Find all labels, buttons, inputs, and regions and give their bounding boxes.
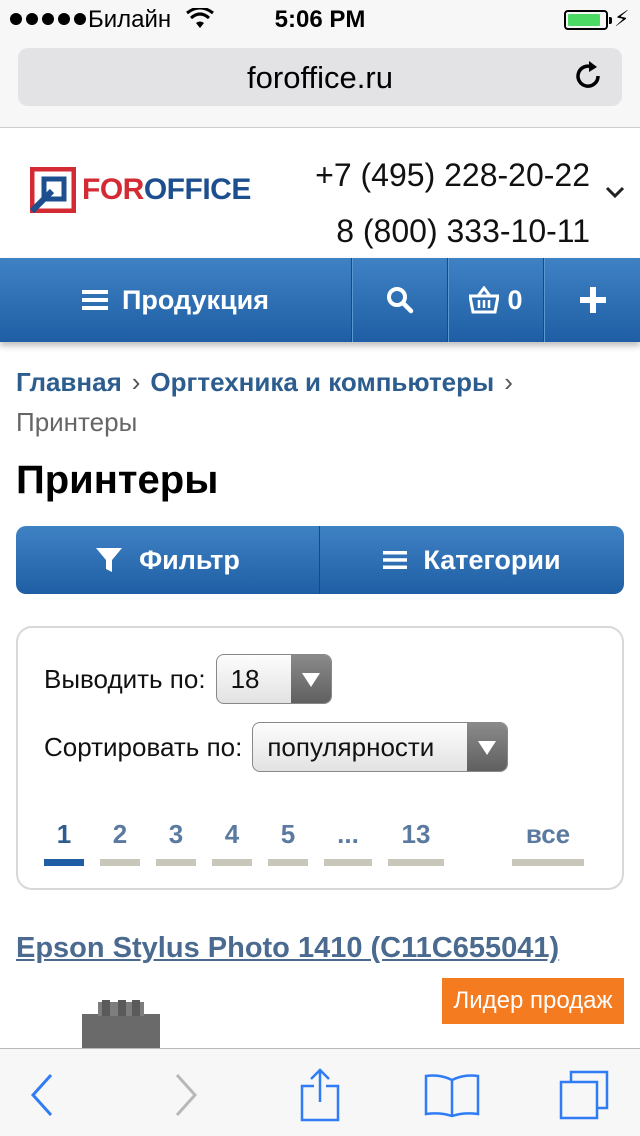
chevron-right-icon <box>175 1073 198 1117</box>
share-button[interactable] <box>292 1067 348 1123</box>
clock: 5:06 PM <box>274 6 366 33</box>
back-button[interactable] <box>14 1067 70 1123</box>
breadcrumb: Главная › Оргтехника и компьютеры › Принтер… <box>16 362 626 442</box>
pagination: 1 2 3 4 5 ... 13 все <box>44 816 604 866</box>
product-title-link[interactable]: Epson Stylus Photo 1410 (C11C655041) <box>16 932 626 965</box>
site-logo[interactable]: FOROFFICE <box>30 167 251 213</box>
dropdown-arrow-icon <box>467 723 508 771</box>
categories-button[interactable]: Категории <box>320 526 624 594</box>
tabs-button[interactable] <box>556 1067 612 1123</box>
url-field[interactable]: foroffice.ru <box>18 48 622 106</box>
browser-toolbar <box>0 1048 640 1136</box>
per-page-select[interactable]: 18 <box>215 654 332 704</box>
nav-search-button[interactable] <box>352 258 448 342</box>
breadcrumb-home[interactable]: Главная <box>16 367 122 397</box>
url-text: foroffice.ru <box>247 60 393 95</box>
page-link-all[interactable]: все <box>512 816 584 866</box>
status-bar: Билайн 5:06 PM ⚡ <box>0 0 640 40</box>
chevron-left-icon <box>30 1073 53 1117</box>
filter-label: Фильтр <box>139 544 240 575</box>
bestseller-badge: Лидер продаж <box>442 978 624 1024</box>
nav-cart-button[interactable]: 0 <box>448 258 544 342</box>
menu-icon <box>383 551 408 569</box>
main-nav: Продукция 0 <box>0 258 640 342</box>
breadcrumb-office-equipment[interactable]: Оргтехника и компьютеры <box>150 367 494 397</box>
page-link-3[interactable]: 3 <box>156 816 196 866</box>
filter-button[interactable]: Фильтр <box>16 526 320 594</box>
sort-value: популярности <box>267 731 435 762</box>
listing-settings-panel: Выводить по: 18 Сортировать по: популярн… <box>16 626 624 890</box>
product-image[interactable] <box>78 1000 164 1048</box>
sort-label: Сортировать по: <box>44 731 243 762</box>
tabs-icon <box>559 1070 609 1120</box>
search-icon <box>387 287 414 314</box>
site-header: FOROFFICE +7 (495) 228-20-22 8 (800) 333… <box>0 129 640 257</box>
per-page-label: Выводить по: <box>44 663 206 694</box>
nav-plus-button[interactable] <box>544 258 640 342</box>
nav-products-label: Продукция <box>122 284 269 315</box>
dropdown-arrow-icon <box>290 655 331 703</box>
funnel-icon <box>96 548 123 572</box>
cart-count: 0 <box>507 284 523 315</box>
breadcrumb-separator-icon: › <box>504 367 513 397</box>
page-link-5[interactable]: 5 <box>268 816 308 866</box>
page-link-13[interactable]: 13 <box>388 816 444 866</box>
share-icon <box>300 1068 340 1122</box>
page-title: Принтеры <box>16 458 219 502</box>
reload-icon[interactable] <box>570 58 606 94</box>
phone-numbers[interactable]: +7 (495) 228-20-22 8 (800) 333-10-11 <box>315 147 590 259</box>
sort-select[interactable]: популярности <box>252 722 509 772</box>
logo-text: FOROFFICE <box>82 173 251 206</box>
plus-icon <box>579 287 606 313</box>
page-link-4[interactable]: 4 <box>212 816 252 866</box>
phone-1[interactable]: +7 (495) 228-20-22 <box>315 147 590 203</box>
page-link-ellipsis[interactable]: ... <box>324 816 372 866</box>
charging-icon: ⚡ <box>614 6 630 31</box>
page-link-1[interactable]: 1 <box>44 816 84 866</box>
per-page-row: Выводить по: 18 <box>44 654 332 704</box>
bookmarks-button[interactable] <box>424 1067 480 1123</box>
phone-2[interactable]: 8 (800) 333-10-11 <box>315 203 590 259</box>
breadcrumb-separator-icon: › <box>131 367 141 397</box>
chevron-down-icon[interactable] <box>604 181 626 203</box>
battery-icon <box>564 10 612 30</box>
forward-button[interactable] <box>158 1067 214 1123</box>
menu-icon <box>82 290 108 310</box>
catalog-toolbar: Фильтр Категории <box>16 526 624 594</box>
logo-mark-icon <box>30 167 76 213</box>
nav-products-button[interactable]: Продукция <box>0 258 352 342</box>
page-link-2[interactable]: 2 <box>100 816 140 866</box>
per-page-value: 18 <box>230 663 260 694</box>
categories-label: Категории <box>423 544 561 575</box>
sort-row: Сортировать по: популярности <box>44 722 509 772</box>
book-icon <box>424 1074 480 1118</box>
breadcrumb-current: Принтеры <box>16 407 138 437</box>
basket-icon <box>469 286 500 314</box>
page: Билайн 5:06 PM ⚡ foroffice.ru FOROFFICE … <box>0 0 640 1136</box>
browser-address-bar: foroffice.ru <box>0 40 640 128</box>
